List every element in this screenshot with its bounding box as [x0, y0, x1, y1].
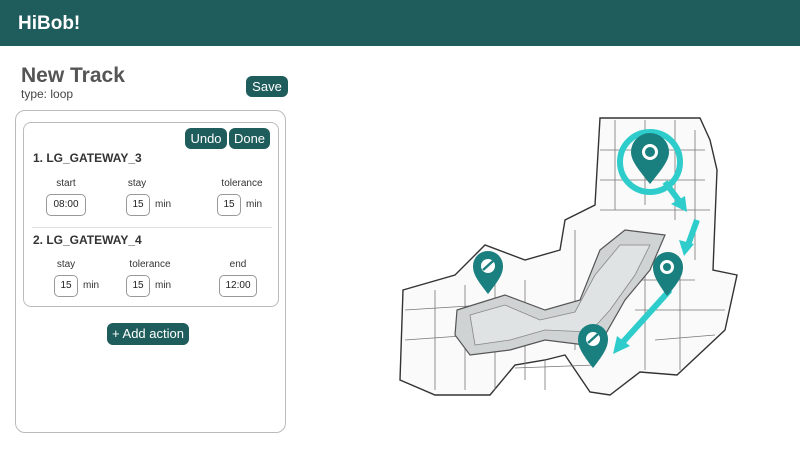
tolerance-unit: min: [155, 280, 172, 291]
save-button[interactable]: Save: [246, 76, 288, 97]
step-title: 1. LG_GATEWAY_3: [33, 151, 142, 165]
end-time-input[interactable]: 12:00: [219, 275, 257, 297]
tolerance-label: tolerance: [221, 178, 263, 189]
stay-input[interactable]: 15: [126, 194, 150, 216]
track-type: type: loop: [21, 87, 74, 101]
app-title: HiBob!: [18, 13, 81, 34]
tolerance-input[interactable]: 15: [126, 275, 150, 297]
end-label: end: [229, 259, 247, 270]
floor-plan-icon: [399, 117, 738, 396]
stay-unit: min: [155, 199, 172, 210]
stay-input[interactable]: 15: [54, 275, 78, 297]
add-action-button[interactable]: + Add action: [107, 323, 189, 345]
done-button[interactable]: Done: [229, 128, 270, 149]
undo-button[interactable]: Undo: [185, 128, 227, 149]
step-title: 2. LG_GATEWAY_4: [33, 233, 142, 247]
tolerance-label: tolerance: [129, 259, 171, 270]
start-time-input[interactable]: 08:00: [46, 194, 86, 216]
tolerance-unit: min: [246, 199, 263, 210]
top-bar: HiBob!: [0, 0, 800, 46]
start-label: start: [56, 178, 76, 189]
floor-plan-map[interactable]: [395, 110, 740, 405]
stay-unit: min: [83, 280, 100, 291]
page-title: New Track: [21, 64, 125, 87]
tolerance-input[interactable]: 15: [217, 194, 241, 216]
stay-label: stay: [56, 259, 76, 270]
step-divider: [32, 227, 272, 228]
stay-label: stay: [127, 178, 147, 189]
